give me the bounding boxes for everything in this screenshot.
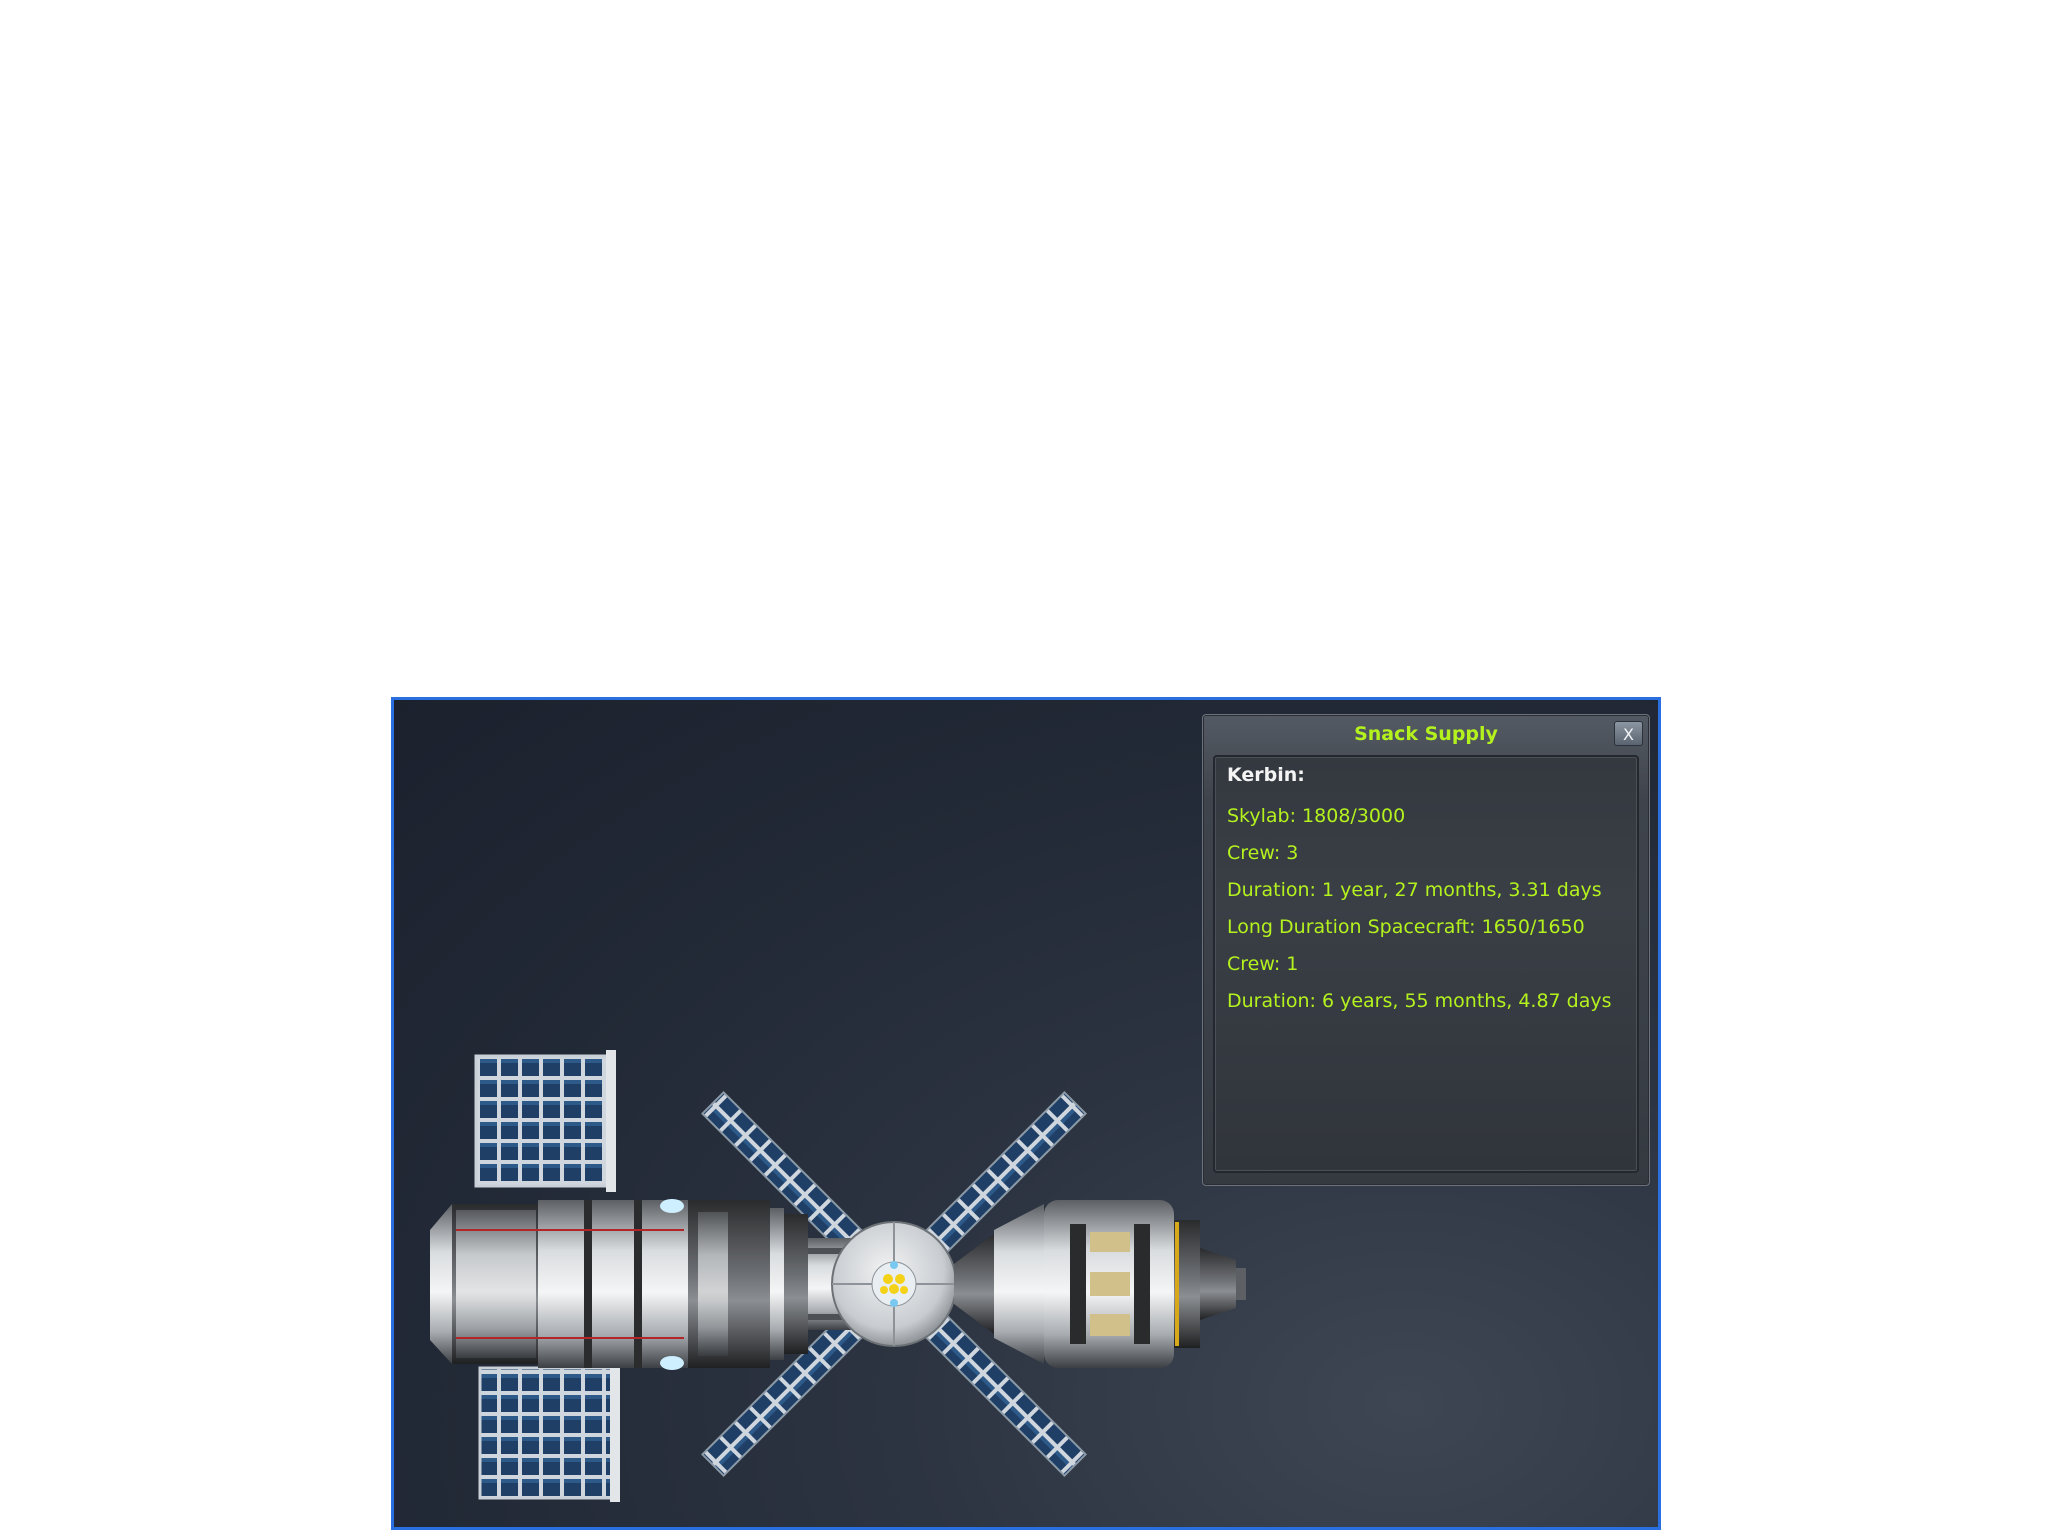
game-viewport[interactable]: Snack Supply X Kerbin: Skylab: 1808/3000… [391, 697, 1661, 1530]
vessel-crew-long-duration: Crew: 1 [1227, 953, 1299, 975]
solar-panel-upper [474, 1050, 616, 1192]
docking-hub [831, 1221, 957, 1347]
vessel-duration-long-duration: Duration: 6 years, 55 months, 4.87 days [1227, 990, 1612, 1012]
vessel-supply-long-duration: Long Duration Spacecraft: 1650/1650 [1227, 916, 1585, 938]
vessel-crew-skylab: Crew: 3 [1227, 842, 1299, 864]
snack-supply-window[interactable]: Snack Supply X Kerbin: Skylab: 1808/3000… [1202, 714, 1650, 1186]
vessel-duration-skylab: Duration: 1 year, 27 months, 3.31 days [1227, 879, 1602, 901]
solar-panel-lower [478, 1360, 620, 1502]
spacecraft-capsule [954, 1200, 1246, 1368]
skylab-module [430, 1199, 864, 1370]
planet-heading: Kerbin: [1227, 764, 1305, 786]
snack-list[interactable]: Kerbin: Skylab: 1808/3000 Crew: 3 Durati… [1213, 755, 1639, 1173]
close-button[interactable]: X [1614, 721, 1643, 746]
window-title: Snack Supply [1354, 723, 1498, 745]
vessel-supply-skylab: Skylab: 1808/3000 [1227, 805, 1406, 827]
